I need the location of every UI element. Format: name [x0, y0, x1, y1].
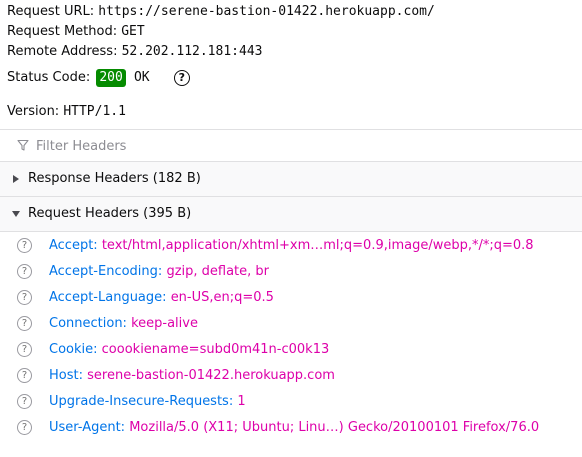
- request-method-row: Request Method: GET: [7, 22, 145, 42]
- status-code-label: Status Code:: [7, 70, 91, 85]
- version-label: Version:: [7, 104, 60, 119]
- filter-bar: [0, 130, 582, 161]
- header-value: gzip, deflate, br: [166, 264, 270, 279]
- question-circle-icon[interactable]: ?: [173, 69, 190, 86]
- header-value: text/html,application/xhtml+xm…ml;q=0.9,…: [101, 238, 534, 253]
- remote-address-value: 52.202.112.181:443: [121, 44, 263, 59]
- request-method-label: Request Method:: [7, 24, 118, 39]
- header-name: Host:: [49, 368, 83, 383]
- header-row-host[interactable]: ? Host: serene-bastion-01422.herokuapp.c…: [0, 363, 582, 389]
- question-circle-icon[interactable]: ?: [17, 290, 32, 305]
- response-headers-toggle[interactable]: Response Headers (182 B): [0, 162, 582, 196]
- header-row-cookie[interactable]: ? Cookie: coookiename=subd0m41n-c00k13: [0, 337, 582, 363]
- header-value: keep-alive: [131, 316, 198, 331]
- header-row-connection[interactable]: ? Connection: keep-alive: [0, 311, 582, 337]
- version-row: Version: HTTP/1.1: [7, 102, 126, 122]
- header-name: Accept-Encoding:: [49, 264, 163, 279]
- request-url-row: Request URL: https://serene-bastion-0142…: [7, 2, 435, 22]
- request-headers-toggle[interactable]: Request Headers (395 B): [0, 197, 582, 231]
- request-url-label: Request URL:: [7, 4, 95, 19]
- filter-funnel-icon: [17, 139, 29, 151]
- header-value: 1: [237, 394, 246, 409]
- header-name: Upgrade-Insecure-Requests:: [49, 394, 234, 409]
- version-value: HTTP/1.1: [63, 104, 126, 119]
- header-row-accept-encoding[interactable]: ? Accept-Encoding: gzip, deflate, br: [0, 259, 582, 285]
- remote-address-label: Remote Address:: [7, 44, 118, 59]
- divider: [0, 231, 582, 232]
- header-row-upgrade-insecure-requests[interactable]: ? Upgrade-Insecure-Requests: 1: [0, 389, 582, 415]
- question-circle-icon[interactable]: ?: [17, 420, 32, 435]
- header-value: Mozilla/5.0 (X11; Ubuntu; Linu…) Gecko/2…: [129, 420, 540, 435]
- status-badge: 200: [96, 69, 126, 87]
- question-circle-icon[interactable]: ?: [17, 238, 32, 253]
- request-headers-title: Request Headers (395 B): [28, 206, 192, 221]
- header-name: Accept:: [49, 238, 98, 253]
- header-row-user-agent[interactable]: ? User-Agent: Mozilla/5.0 (X11; Ubuntu; …: [0, 415, 582, 441]
- header-row-accept[interactable]: ? Accept: text/html,application/xhtml+xm…: [0, 233, 582, 259]
- header-name: Accept-Language:: [49, 290, 167, 305]
- header-name: Cookie:: [49, 342, 98, 357]
- question-circle-icon[interactable]: ?: [17, 342, 32, 357]
- triangle-down-icon: [12, 211, 20, 217]
- filter-headers-input[interactable]: [34, 135, 538, 157]
- header-name: Connection:: [49, 316, 127, 331]
- question-circle-icon[interactable]: ?: [17, 368, 32, 383]
- header-value: en-US,en;q=0.5: [170, 290, 274, 305]
- status-text: OK: [133, 70, 150, 85]
- remote-address-row: Remote Address: 52.202.112.181:443: [7, 42, 262, 62]
- question-circle-icon[interactable]: ?: [17, 264, 32, 279]
- question-circle-icon[interactable]: ?: [17, 394, 32, 409]
- header-name: User-Agent:: [49, 420, 126, 435]
- header-value: coookiename=subd0m41n-c00k13: [101, 342, 330, 357]
- response-headers-title: Response Headers (182 B): [28, 171, 201, 186]
- request-method-value: GET: [121, 24, 145, 39]
- question-circle-icon[interactable]: ?: [17, 316, 32, 331]
- request-summary: Request URL: https://serene-bastion-0142…: [0, 0, 582, 129]
- header-row-accept-language[interactable]: ? Accept-Language: en-US,en;q=0.5: [0, 285, 582, 311]
- status-code-row: Status Code: 200 OK ?: [7, 68, 190, 88]
- header-value: serene-bastion-01422.herokuapp.com: [87, 368, 335, 383]
- triangle-right-icon: [13, 175, 19, 183]
- request-url-value[interactable]: https://serene-bastion-01422.herokuapp.c…: [98, 4, 435, 19]
